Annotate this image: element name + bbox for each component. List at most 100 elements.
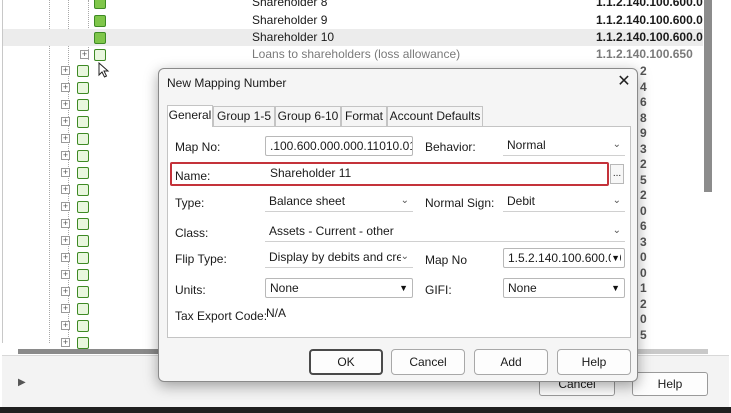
tab-format[interactable]: Format — [341, 106, 387, 126]
expand-icon[interactable]: + — [61, 134, 70, 143]
tree-row-selected[interactable]: Shareholder 10 1.1.2.140.100.600.0 — [3, 29, 703, 46]
account-node-icon — [77, 320, 89, 332]
background-help-button[interactable]: Help — [632, 372, 708, 396]
expand-icon[interactable]: + — [61, 253, 70, 262]
tax-export-code-label: Tax Export Code: — [175, 309, 268, 323]
tree-code-digit: 9 — [640, 126, 647, 140]
account-node-icon — [94, 49, 106, 61]
tree-row-name: Shareholder 9 — [252, 13, 328, 27]
account-node-icon — [77, 99, 89, 111]
normal-sign-value: Debit — [507, 194, 536, 208]
expand-icon[interactable]: + — [80, 50, 89, 59]
type-select[interactable]: Balance sheet ⌄ — [265, 192, 413, 212]
tree-code-digit: 5 — [640, 172, 647, 187]
tree-code-digit: 2 — [640, 188, 647, 202]
behavior-label: Behavior: — [425, 140, 476, 154]
behavior-select[interactable]: Normal ⌄ — [503, 136, 625, 156]
tab-general[interactable]: General — [167, 105, 213, 127]
expand-icon[interactable]: + — [61, 287, 70, 296]
tab-account-defaults[interactable]: Account Defaults — [387, 106, 483, 126]
caret-down-icon: ▼ — [611, 283, 620, 293]
expand-icon[interactable]: + — [61, 185, 70, 194]
behavior-value: Normal — [507, 138, 546, 152]
cancel-button[interactable]: Cancel — [391, 349, 465, 375]
expand-icon[interactable]: + — [61, 168, 70, 177]
caret-down-icon: ▼ — [399, 283, 408, 293]
account-node-icon — [77, 150, 89, 162]
expand-icon[interactable]: + — [61, 236, 70, 245]
class-value: Assets - Current - other — [269, 224, 394, 238]
account-node-icon — [77, 218, 89, 230]
tree-row-name: Shareholder 8 — [252, 0, 328, 9]
tree-row[interactable]: Shareholder 8 1.1.2.140.100.600.0 — [0, 0, 704, 11]
chevron-right-icon[interactable]: ▶ — [18, 377, 26, 388]
account-node-icon — [77, 184, 89, 196]
flip-type-select[interactable]: Display by debits and cre ⌄ — [265, 248, 413, 268]
tree-code-digit: 4 — [640, 79, 647, 94]
tree-code-digit: 2 — [640, 64, 647, 78]
expand-icon[interactable]: + — [61, 202, 70, 211]
account-node-icon — [77, 303, 89, 315]
add-button[interactable]: Add — [474, 349, 548, 375]
name-input[interactable]: Shareholder 11 — [266, 164, 606, 184]
tree-code-digit: 0 — [640, 203, 647, 218]
help-button[interactable]: Help — [557, 349, 631, 375]
tree-code-digit: 0 — [640, 250, 647, 264]
expand-icon[interactable]: + — [61, 83, 70, 92]
vertical-scrollbar[interactable] — [704, 0, 712, 192]
tree-code-digit: 3 — [640, 234, 647, 249]
name-browse-button[interactable]: ... — [610, 164, 624, 184]
account-node-icon — [77, 269, 89, 281]
expand-icon[interactable]: + — [61, 338, 70, 347]
type-value: Balance sheet — [269, 194, 346, 208]
gifi-value: None — [508, 281, 537, 295]
ok-button[interactable]: OK — [309, 349, 383, 375]
normal-sign-select[interactable]: Debit ⌄ — [503, 192, 625, 212]
expand-icon[interactable]: + — [61, 66, 70, 75]
dialog-title: New Mapping Number — [167, 76, 287, 90]
tree-row[interactable]: + Loans to shareholders (loss allowance)… — [0, 46, 704, 63]
account-node-icon — [77, 337, 89, 349]
taskbar-strip — [0, 407, 731, 413]
class-select[interactable]: Assets - Current - other ⌄ — [265, 222, 625, 242]
account-node-icon — [77, 82, 89, 94]
chevron-down-icon: ⌄ — [612, 195, 621, 206]
close-icon[interactable]: ✕ — [615, 73, 633, 91]
units-value: None — [270, 281, 299, 295]
account-node-icon — [77, 65, 89, 77]
type-label: Type: — [175, 196, 205, 210]
expand-icon[interactable]: + — [61, 117, 70, 126]
tree-code-digit: 0 — [640, 312, 647, 326]
expand-icon[interactable]: + — [61, 219, 70, 228]
tab-group-1-5[interactable]: Group 1-5 — [213, 106, 275, 126]
expand-icon[interactable]: + — [61, 100, 70, 109]
horizontal-scrollbar-thumb[interactable] — [18, 349, 168, 354]
account-node-icon — [77, 201, 89, 213]
units-select[interactable]: None ▼ — [265, 278, 413, 298]
map-no-2-select[interactable]: 1.5.2.140.100.600.00 ▼ — [503, 248, 625, 268]
units-label: Units: — [175, 283, 206, 297]
tax-export-code-value: N/A — [266, 306, 287, 320]
account-node-icon — [77, 167, 89, 179]
tab-group-6-10[interactable]: Group 6-10 — [275, 106, 341, 126]
tree-code-digit: 2 — [640, 296, 647, 311]
map-no-field[interactable]: .100.600.000.000.11010.011 — [265, 136, 413, 156]
tree-code-digit: 5 — [640, 327, 647, 342]
expand-icon[interactable]: + — [61, 304, 70, 313]
tree-code-digit: 6 — [640, 95, 647, 109]
gifi-select[interactable]: None ▼ — [503, 278, 625, 298]
expand-icon[interactable]: + — [61, 321, 70, 330]
expand-icon[interactable]: + — [61, 270, 70, 279]
tree-code-digit: 3 — [640, 141, 647, 156]
map-no-label: Map No: — [175, 140, 221, 154]
normal-sign-label: Normal Sign: — [425, 196, 495, 210]
account-node-icon — [77, 252, 89, 264]
tree-code-digit: 1 — [640, 281, 647, 295]
caret-down-icon: ▼ — [611, 249, 620, 267]
tree-code-digit: 2 — [640, 157, 647, 171]
tree-code-digit: 6 — [640, 219, 647, 233]
expand-icon[interactable]: + — [61, 151, 70, 160]
account-node-icon — [94, 32, 106, 44]
tree-row[interactable]: Shareholder 9 1.1.2.140.100.600.0 — [0, 12, 704, 29]
tree-row-name: Shareholder 10 — [252, 30, 335, 44]
